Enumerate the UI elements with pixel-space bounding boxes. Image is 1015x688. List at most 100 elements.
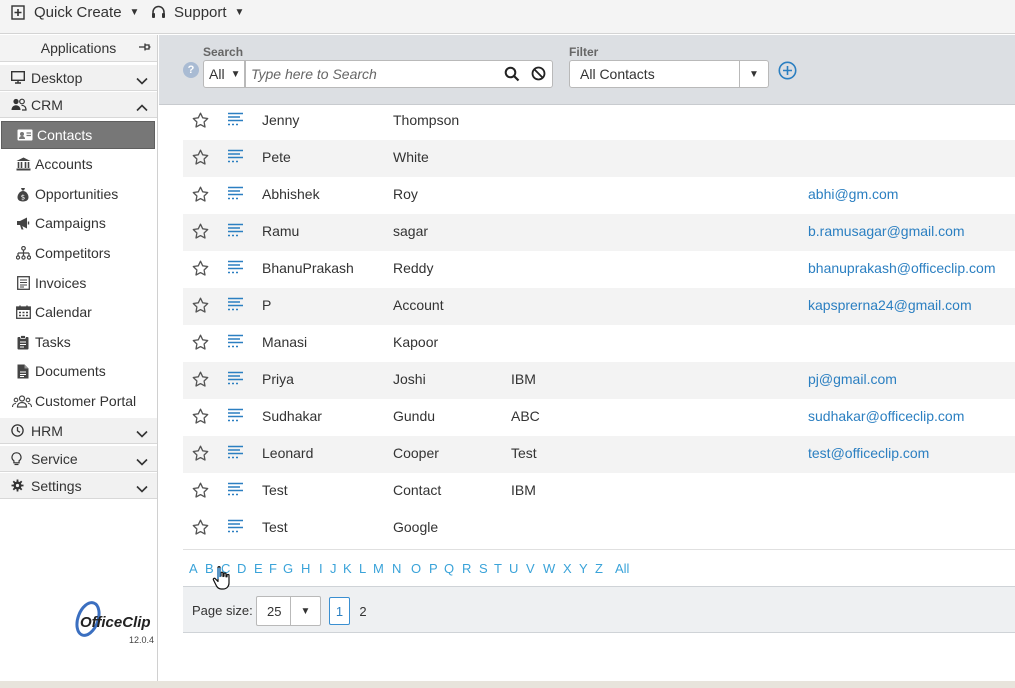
table-row[interactable]: BhanuPrakash Reddy bhanuprakash@officecl… [183, 251, 1015, 288]
table-row[interactable]: Manasi Kapoor [183, 325, 1015, 362]
sidebar-item-contacts[interactable]: Contacts [1, 121, 155, 149]
email-link[interactable]: test@officeclip.com [808, 445, 929, 461]
table-row[interactable]: Test Contact IBM [183, 473, 1015, 510]
details-icon[interactable] [228, 408, 244, 426]
email-link[interactable]: pj@gmail.com [808, 371, 897, 387]
star-icon[interactable] [192, 223, 209, 243]
alpha-letter[interactable]: M [373, 561, 384, 576]
star-icon[interactable] [192, 186, 209, 206]
clear-icon[interactable] [531, 66, 546, 84]
search-icon[interactable] [504, 66, 520, 85]
sidebar-item-opportunities[interactable]: $ Opportunities [0, 180, 157, 208]
table-row[interactable]: Ramu sagar b.ramusagar@gmail.com [183, 214, 1015, 251]
sidebar-item-accounts[interactable]: Accounts [0, 150, 157, 178]
table-row[interactable]: Pete White [183, 140, 1015, 177]
details-icon[interactable] [228, 482, 244, 500]
details-icon[interactable] [228, 371, 244, 389]
star-icon[interactable] [192, 371, 209, 391]
alpha-letter[interactable]: J [330, 561, 337, 576]
alpha-letter[interactable]: S [479, 561, 488, 576]
star-icon[interactable] [192, 519, 209, 539]
alpha-letter[interactable]: O [411, 561, 421, 576]
alpha-letter[interactable]: Z [595, 561, 603, 576]
alpha-letter[interactable]: E [254, 561, 263, 576]
alpha-letter[interactable]: I [319, 561, 323, 576]
quick-create-menu[interactable]: Quick Create ▼ [11, 1, 139, 23]
sidebar-group-service[interactable]: Service [0, 446, 157, 472]
details-icon[interactable] [228, 445, 244, 463]
page-size-select[interactable]: 25 ▼ [256, 596, 321, 626]
last-name-cell: Thompson [393, 112, 460, 128]
email-link[interactable]: bhanuprakash@officeclip.com [808, 260, 996, 276]
filter-select[interactable]: All Contacts ▼ [569, 60, 769, 88]
alpha-letter[interactable]: R [462, 561, 471, 576]
alpha-letter[interactable]: L [359, 561, 366, 576]
sidebar-group-desktop[interactable]: Desktop [0, 65, 157, 91]
star-icon[interactable] [192, 334, 209, 354]
sidebar-item-calendar[interactable]: Calendar [0, 298, 157, 326]
sidebar-item-customer-portal[interactable]: Customer Portal [0, 387, 157, 415]
star-icon[interactable] [192, 482, 209, 502]
sidebar-item-documents[interactable]: Documents [0, 357, 157, 385]
alpha-letter[interactable]: N [392, 561, 401, 576]
star-icon[interactable] [192, 408, 209, 428]
sidebar-group-hrm[interactable]: HRM [0, 418, 157, 444]
company-cell: IBM [511, 371, 536, 387]
sidebar-item-campaigns[interactable]: Campaigns [0, 209, 157, 237]
page-button[interactable]: 2 [356, 597, 370, 625]
table-row[interactable]: Abhishek Roy abhi@gm.com [183, 177, 1015, 214]
table-row[interactable]: Test Google [183, 510, 1015, 547]
star-icon[interactable] [192, 112, 209, 132]
alpha-letter[interactable]: K [343, 561, 352, 576]
alpha-letter[interactable]: A [189, 561, 198, 576]
details-icon[interactable] [228, 112, 244, 130]
alpha-letter[interactable]: D [237, 561, 246, 576]
email-link[interactable]: sudhakar@officeclip.com [808, 408, 964, 424]
alpha-letter[interactable]: V [526, 561, 535, 576]
table-row[interactable]: Sudhakar Gundu ABC sudhakar@officeclip.c… [183, 399, 1015, 436]
table-row[interactable]: Priya Joshi IBM pj@gmail.com [183, 362, 1015, 399]
email-link[interactable]: b.ramusagar@gmail.com [808, 223, 965, 239]
details-icon[interactable] [228, 260, 244, 278]
details-icon[interactable] [228, 223, 244, 241]
star-icon[interactable] [192, 260, 209, 280]
alpha-letter[interactable]: W [543, 561, 555, 576]
table-row[interactable]: P Account kapsprerna24@gmail.com [183, 288, 1015, 325]
alpha-letter[interactable]: P [429, 561, 438, 576]
details-icon[interactable] [228, 297, 244, 315]
company-cell: IBM [511, 482, 536, 498]
details-icon[interactable] [228, 186, 244, 204]
sidebar-group-settings[interactable]: Settings [0, 473, 157, 499]
details-icon[interactable] [228, 149, 244, 167]
table-row[interactable]: Leonard Cooper Test test@officeclip.com [183, 436, 1015, 473]
search-scope-select[interactable]: All ▼ [203, 60, 245, 88]
add-filter-icon[interactable] [778, 61, 797, 83]
star-icon[interactable] [192, 297, 209, 317]
table-row[interactable]: Jenny Thompson [183, 105, 1015, 140]
alpha-letter[interactable]: T [494, 561, 502, 576]
sidebar-item-tasks[interactable]: Tasks [0, 328, 157, 356]
alpha-letter[interactable]: G [283, 561, 293, 576]
sidebar-group-crm[interactable]: CRM [0, 92, 157, 118]
sidebar-item-invoices[interactable]: Invoices [0, 269, 157, 297]
email-link[interactable]: abhi@gm.com [808, 186, 898, 202]
page-button-current[interactable]: 1 [329, 597, 350, 625]
lightbulb-icon [11, 451, 27, 466]
alpha-letter[interactable]: F [269, 561, 277, 576]
details-icon[interactable] [228, 334, 244, 352]
help-icon[interactable]: ? [183, 62, 199, 78]
search-input[interactable] [246, 61, 496, 87]
alpha-letter[interactable]: X [563, 561, 572, 576]
alpha-letter[interactable]: Y [579, 561, 588, 576]
alpha-letter[interactable]: U [509, 561, 518, 576]
star-icon[interactable] [192, 445, 209, 465]
alpha-letter[interactable]: All [615, 561, 629, 576]
details-icon[interactable] [228, 519, 244, 537]
email-link[interactable]: kapsprerna24@gmail.com [808, 297, 972, 313]
star-icon[interactable] [192, 149, 209, 169]
support-menu[interactable]: Support ▼ [151, 1, 244, 23]
sidebar-item-competitors[interactable]: Competitors [0, 239, 157, 267]
alpha-letter[interactable]: H [301, 561, 310, 576]
alpha-letter[interactable]: Q [444, 561, 454, 576]
pin-icon[interactable] [138, 41, 151, 55]
